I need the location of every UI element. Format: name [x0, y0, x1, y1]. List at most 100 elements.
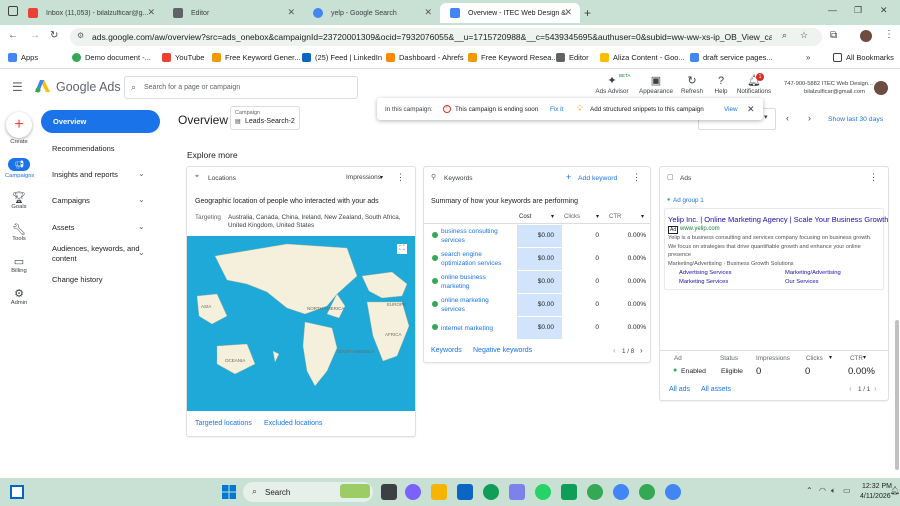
account-avatar[interactable] [874, 81, 888, 95]
table-row[interactable]: business consulting services $0.00 0 0.0… [424, 225, 654, 247]
close-icon[interactable]: ✕ [564, 7, 572, 18]
menu-dots-icon[interactable]: ⋮ [884, 29, 894, 40]
bookmark-youtube[interactable]: YouTube [162, 53, 204, 62]
dropdown-arrow-icon[interactable]: ▾ [764, 113, 768, 121]
menu-item-assets[interactable]: Assets [52, 223, 75, 232]
fullscreen-icon[interactable]: ⛶ [397, 244, 407, 254]
widgets-icon[interactable] [10, 485, 24, 499]
all-assets-link[interactable]: All assets [701, 386, 731, 393]
volume-icon[interactable]: 🔈︎ [831, 486, 836, 496]
nav-billing[interactable]: ▭ Billing [5, 255, 33, 274]
sitelink[interactable]: Our Services [785, 279, 819, 285]
more-options-icon[interactable]: ⋮ [869, 172, 878, 183]
wifi-icon[interactable]: ◠ [819, 486, 826, 495]
plus-icon[interactable]: + [566, 172, 571, 182]
url-text[interactable]: ads.google.com/aw/overview?src=ads_onebo… [92, 32, 772, 42]
tab-google-search[interactable]: yelp - Google Search ✕ [303, 3, 440, 23]
extensions-icon[interactable]: ⧉ [830, 30, 837, 41]
search-icon[interactable]: ⌕ [782, 30, 787, 41]
bookmark-editor[interactable]: Editor [556, 53, 589, 62]
sitelink[interactable]: Marketing Services [679, 279, 728, 285]
menu-item-change-history[interactable]: Change history [52, 275, 102, 284]
keywords-link[interactable]: Keywords [431, 347, 462, 354]
nav-goals[interactable]: 🏆︎ Goals [5, 191, 33, 210]
menu-item-recommendations[interactable]: Recommendations [52, 144, 115, 153]
notification-bell-icon[interactable]: 🔔︎ [890, 486, 900, 495]
all-ads-link[interactable]: All ads [669, 386, 690, 393]
sort-arrow-icon[interactable]: ▾ [596, 213, 599, 220]
ad-group-link[interactable]: Ad group 1 [673, 197, 704, 204]
menu-item-audiences[interactable]: Audiences, keywords, and content [52, 244, 140, 263]
chevron-right-icon[interactable]: › [808, 113, 811, 123]
chrome-profile-icon[interactable] [665, 484, 681, 500]
column-header-impressions[interactable]: Impressions [756, 355, 790, 362]
chevron-right-icon[interactable]: › [640, 346, 643, 355]
teams-chat-icon[interactable] [405, 484, 421, 500]
table-row[interactable]: internet marketing $0.00 0 0.00% [424, 317, 654, 339]
chevron-down-icon[interactable]: ⌄ [138, 195, 145, 204]
bookmark-free-keyword-generator[interactable]: Free Keyword Gener... [212, 53, 300, 62]
close-icon[interactable]: ✕ [147, 7, 155, 18]
tab-search-icon[interactable] [8, 6, 18, 16]
keyword-text[interactable]: online business marketing [441, 273, 511, 291]
fix-it-link[interactable]: Fix it [550, 106, 563, 113]
reload-icon[interactable]: ↻ [50, 30, 58, 41]
bookmark-draft-service-pages[interactable]: draft service pages... [690, 53, 773, 62]
chrome-profile-icon[interactable] [613, 484, 629, 500]
more-options-icon[interactable]: ⋮ [396, 172, 405, 183]
tray-overflow-icon[interactable]: ⌃ [806, 486, 813, 495]
chrome-profile-icon[interactable] [639, 484, 655, 500]
app-icon[interactable] [561, 484, 577, 500]
all-bookmarks[interactable]: All Bookmarks [833, 53, 894, 62]
mail-icon[interactable] [457, 484, 473, 500]
column-header-status[interactable]: Status [720, 355, 738, 362]
dropdown-arrow-icon[interactable]: ▾ [380, 174, 383, 181]
profile-avatar[interactable] [860, 30, 872, 42]
close-window-icon[interactable]: ✕ [880, 5, 888, 16]
nav-tools[interactable]: 🔧︎ Tools [5, 223, 33, 242]
close-icon[interactable]: ✕ [424, 7, 432, 18]
bookmark-demo-document[interactable]: Demo document -... [72, 53, 151, 62]
nav-admin[interactable]: ⚙ Admin [5, 287, 33, 306]
bookmark-free-keyword-research[interactable]: Free Keyword Resea... [468, 53, 558, 62]
column-header-cost[interactable]: Cost [519, 214, 531, 220]
close-icon[interactable]: ✕ [747, 104, 755, 115]
hamburger-menu-icon[interactable]: ☰ [12, 80, 23, 94]
chevron-left-icon[interactable]: ‹ [786, 113, 789, 123]
chevron-right-icon[interactable]: › [874, 384, 877, 393]
tab-editor[interactable]: Editor ✕ [163, 3, 303, 23]
windows-start-icon[interactable] [222, 485, 236, 499]
tab-inbox[interactable]: Inbox (11,053) - bilalzulficar@g... ✕ [18, 3, 163, 23]
teams-icon[interactable] [509, 484, 525, 500]
sitelink[interactable]: Advertising Services [679, 270, 732, 276]
chrome-icon[interactable] [587, 484, 603, 500]
more-options-icon[interactable]: ⋮ [632, 172, 641, 183]
bookmark-linkedin[interactable]: (25) Feed | LinkedIn [302, 53, 382, 62]
site-info-icon[interactable]: ⚙ [77, 31, 84, 40]
column-header-ctr[interactable]: CTR [850, 355, 863, 362]
back-icon[interactable]: ← [8, 30, 18, 41]
tab-overview[interactable]: Overview - ITEC Web Design &... ✕ [440, 3, 580, 23]
chevron-down-icon[interactable]: ⌄ [138, 248, 145, 257]
create-button[interactable]: + Create [5, 112, 33, 145]
file-explorer-icon[interactable] [431, 484, 447, 500]
add-keyword-button[interactable]: Add keyword [578, 175, 617, 182]
sort-arrow-icon[interactable]: ▾ [863, 354, 866, 361]
close-icon[interactable]: ✕ [287, 7, 295, 18]
show-last-30-days-link[interactable]: Show last 30 days [828, 116, 883, 123]
sort-arrow-icon[interactable]: ▾ [829, 354, 832, 361]
more-bookmarks-icon[interactable]: » [806, 53, 810, 62]
notifications-button[interactable]: 🔔︎ Notifications [732, 74, 776, 95]
view-link[interactable]: View [724, 106, 738, 113]
menu-item-insights-and-reports[interactable]: Insights and reports [52, 170, 118, 179]
star-icon[interactable]: ☆ [800, 30, 808, 41]
targeted-locations-link[interactable]: Targeted locations [195, 420, 252, 427]
keyword-text[interactable]: internet marketing [441, 324, 511, 333]
chevron-down-icon[interactable]: ⌄ [138, 169, 145, 178]
whatsapp-icon[interactable] [535, 484, 551, 500]
keyword-text[interactable]: online marketing services [441, 296, 511, 314]
ad-headline[interactable]: Yelip Inc. | Online Marketing Agency | S… [668, 215, 888, 224]
world-map[interactable]: NORTH AMERICA SOUTH AMERICA EUROPE AFRIC… [187, 236, 415, 411]
restore-icon[interactable]: ❐ [854, 5, 862, 16]
chevron-down-icon[interactable]: ⌄ [138, 222, 145, 231]
